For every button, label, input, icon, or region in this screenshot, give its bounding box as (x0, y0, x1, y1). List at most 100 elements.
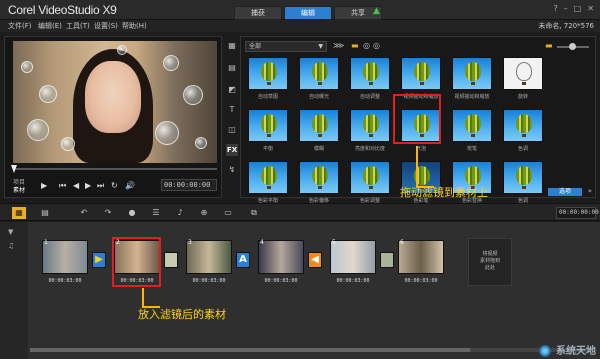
play-icon[interactable]: ▶ (41, 181, 47, 190)
transition-thumbnail[interactable]: A (236, 252, 250, 268)
timeline-view-icon[interactable]: ▤ (38, 207, 52, 219)
tab-edit[interactable]: 编辑 (284, 6, 332, 20)
fx-pack-icon[interactable]: ◎ (363, 41, 370, 50)
filter-thumbnail[interactable] (248, 161, 288, 194)
storyboard-scrollbar[interactable] (30, 348, 590, 352)
fx-icon[interactable]: FX (226, 144, 238, 156)
clip-thumbnail[interactable] (398, 240, 444, 274)
transition-thumbnail[interactable]: ▶ (92, 252, 106, 268)
transition-icon[interactable]: ◩ (226, 84, 238, 96)
filter-thumbnail[interactable] (299, 57, 339, 90)
filter-name: 色调 (517, 146, 528, 152)
zoom-slider-knob[interactable] (569, 43, 576, 50)
filter-thumbnail[interactable] (503, 109, 543, 142)
filter-thumbnail[interactable] (248, 57, 288, 90)
filter-thumbnail[interactable] (401, 57, 441, 90)
auto-music-icon[interactable]: ♪ (174, 207, 186, 219)
multicam-icon[interactable]: ⧉ (248, 207, 260, 219)
balloon-basket (267, 134, 271, 137)
instant-project-icon[interactable]: ▤ (226, 62, 238, 74)
preview-scrubber[interactable] (11, 165, 217, 173)
scrubber-handle[interactable] (11, 165, 17, 173)
motion-icon[interactable]: ⊕ (198, 207, 210, 219)
window-controls: ? – □ ✕ (553, 4, 594, 13)
timeline-clip[interactable]: 4 00:00:03:00 (258, 239, 304, 286)
menu-edit[interactable]: 编辑(E) (38, 21, 62, 31)
balloon-basket (471, 82, 475, 85)
menu-tools[interactable]: 工具(T) (66, 21, 90, 31)
transition-thumbnail[interactable]: ◀ (308, 252, 322, 268)
workspace-tabs: 捕获 编辑 共享 (234, 6, 384, 20)
record-icon[interactable]: ● (126, 207, 138, 219)
audio-toggle-icon[interactable]: ♫ (8, 242, 14, 250)
timeline-clip[interactable]: 6 00:00:03:00 (398, 239, 444, 286)
help-icon[interactable]: ? (553, 4, 557, 13)
options-arrow-icon[interactable]: » (588, 187, 592, 195)
clip-mode-label[interactable]: 素材 (13, 185, 25, 194)
path-icon[interactable]: ↯ (226, 164, 238, 176)
end-icon[interactable]: ⏭ (97, 181, 104, 191)
category-dropdown[interactable]: 全部 ▼ (245, 41, 327, 52)
balloon-basket (318, 82, 322, 85)
filter-thumbnail[interactable] (503, 161, 543, 194)
prev-frame-icon[interactable]: ◀ (73, 181, 79, 190)
scrollbar-thumb[interactable] (30, 348, 470, 352)
filter-thumbnail[interactable] (350, 109, 390, 142)
subtitle-icon[interactable]: ▭ (222, 207, 234, 219)
filter-thumbnail[interactable] (299, 109, 339, 142)
balloon-icon (312, 166, 328, 185)
filter-thumbnail[interactable] (248, 109, 288, 142)
clip-drop-slot[interactable]: 将视频 素材拖到 此处 (468, 238, 512, 286)
clip-thumbnail[interactable] (42, 240, 88, 274)
filter-name: 气泡 (415, 146, 426, 152)
view-icon[interactable]: ▬ (545, 41, 553, 50)
timeline-timecode[interactable]: 00:00:00:00 (556, 207, 599, 219)
filter-thumbnail[interactable] (503, 57, 543, 90)
clip-thumbnail[interactable] (330, 240, 376, 274)
filter-thumbnail[interactable] (452, 57, 492, 90)
preview-timecode[interactable]: 00:00:00:00 (161, 179, 217, 191)
timeline-clip[interactable]: 1 00:00:03:00 (42, 239, 88, 286)
home-icon[interactable]: ⏮ (59, 181, 66, 191)
track-toggle-icon[interactable]: ▼ (8, 228, 13, 236)
storyboard-view-icon[interactable]: ▦ (12, 207, 26, 219)
filter-name: 自动曝光 (308, 94, 329, 100)
minimize-icon[interactable]: – (564, 4, 568, 13)
clip-duration: 00:00:03:00 (192, 278, 226, 284)
clip-thumbnail[interactable] (186, 240, 232, 274)
media-icon[interactable]: ▦ (226, 40, 238, 52)
menu-settings[interactable]: 设置(S) (94, 21, 118, 31)
clip-thumbnail[interactable] (258, 240, 304, 274)
folder-icon[interactable]: ▬ (351, 41, 359, 50)
fx-pack-icon[interactable]: ◎ (373, 41, 380, 50)
thumbnail-zoom-slider[interactable] (557, 43, 589, 50)
filter-thumbnail[interactable] (452, 109, 492, 142)
undo-icon[interactable]: ↶ (78, 207, 90, 219)
upload-arrow-icon[interactable]: ▲ (373, 6, 380, 16)
menu-file[interactable]: 文件(F) (8, 21, 32, 31)
balloon-icon (465, 114, 481, 133)
timeline-clip[interactable]: 5 00:00:03:00 (330, 239, 376, 286)
mixer-icon[interactable]: ☰ (150, 207, 162, 219)
library-header: 全部 ▼ ⋙ ▬ ◎ ◎ ▬ (245, 41, 593, 53)
close-icon[interactable]: ✕ (587, 4, 594, 13)
timeline-clip[interactable]: 3 00:00:03:00 (186, 239, 232, 286)
filter-thumbnail[interactable] (350, 161, 390, 194)
preview-screen[interactable] (13, 41, 217, 163)
title-icon[interactable]: T (226, 104, 238, 116)
options-button[interactable]: 选项 (548, 188, 582, 196)
filter-name: 视频摇动和缩放 (454, 94, 490, 100)
transition-thumbnail[interactable] (164, 252, 178, 268)
volume-icon[interactable]: 🔊 (125, 181, 135, 190)
menu-help[interactable]: 帮助(H) (122, 21, 147, 31)
filter-thumbnail[interactable] (299, 161, 339, 194)
redo-icon[interactable]: ↷ (102, 207, 114, 219)
filter-thumbnail[interactable] (350, 57, 390, 90)
next-frame-icon[interactable]: ▶ (85, 181, 91, 190)
filter-toggle-icon[interactable]: ⋙ (333, 41, 344, 50)
graphic-icon[interactable]: ◫ (226, 124, 238, 136)
maximize-icon[interactable]: □ (574, 4, 582, 13)
tab-capture[interactable]: 捕获 (234, 6, 282, 20)
transition-thumbnail[interactable] (380, 252, 394, 268)
repeat-icon[interactable]: ↻ (111, 181, 118, 190)
